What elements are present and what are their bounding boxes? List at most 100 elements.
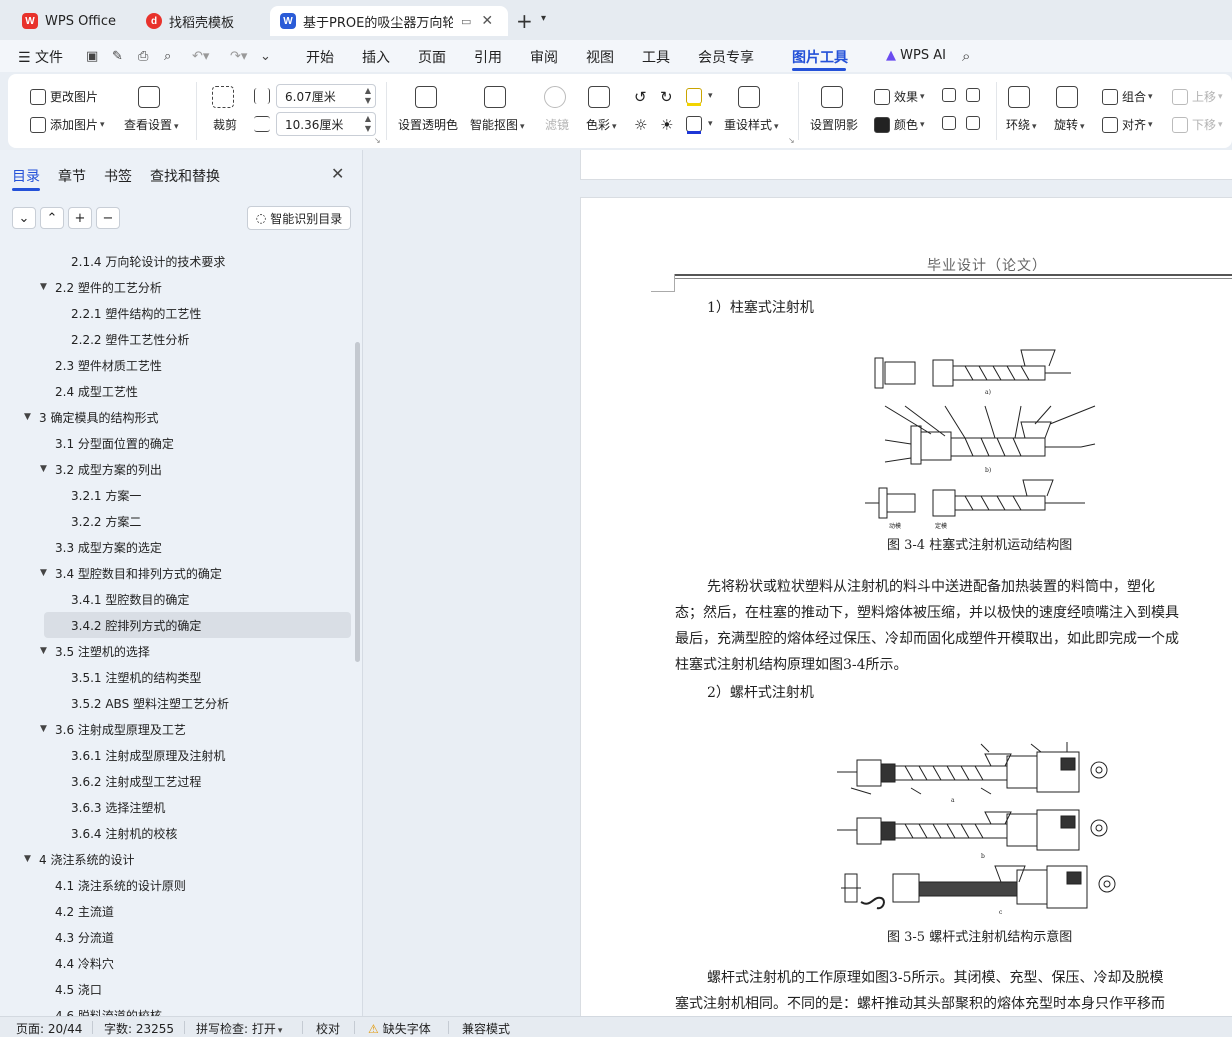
smart-toc-button[interactable]: ◌ 智能识别目录 — [247, 206, 351, 230]
toc-item[interactable]: 2.4 成型工艺性 — [0, 378, 352, 404]
tab-wps-office[interactable]: W WPS Office — [12, 6, 128, 36]
redo-icon[interactable]: ↷▾ — [230, 49, 247, 64]
shadow-up-icon[interactable] — [942, 88, 960, 102]
toc-item[interactable]: 4.4 冷料穴 — [0, 950, 352, 976]
figure-screw-injection[interactable]: a b c — [831, 738, 1131, 918]
word-count[interactable]: 字数: 23255 — [104, 1020, 174, 1037]
highlight-icon[interactable]: ▾ — [686, 88, 713, 106]
spell-check[interactable]: 拼写检查: 打开 ▾ — [196, 1020, 282, 1037]
toc-item[interactable]: 4.1 浇注系统的设计原则 — [0, 872, 352, 898]
toc-item[interactable]: 3.5.1 注塑机的结构类型 — [0, 664, 352, 690]
toc-item[interactable]: 3.5.2 ABS 塑料注塑工艺分析 — [0, 690, 352, 716]
height-input[interactable]: 10.36厘米 ▲ ▼ — [276, 112, 376, 136]
color-button[interactable]: 色彩 ▾ — [586, 86, 617, 133]
toc-scrollbar[interactable] — [355, 342, 360, 662]
remove-heading-button[interactable]: − — [96, 207, 120, 229]
toc-item[interactable]: 3.2.2 方案二 — [0, 508, 352, 534]
toc-item[interactable]: 3.6.4 注射机的校核 — [0, 820, 352, 846]
expand-arrow-icon[interactable]: ▼ — [24, 854, 31, 864]
toc-item[interactable]: 3.6.1 注射成型原理及注射机 — [0, 742, 352, 768]
move-down-button[interactable]: 下移 ▾ — [1172, 116, 1223, 133]
toc-item[interactable]: ▼ 3.2 成型方案的列出 — [0, 456, 352, 482]
menu-tools[interactable]: 工具 — [642, 47, 670, 67]
toc-item[interactable]: ▼ 3 确定模具的结构形式 — [0, 404, 352, 430]
tab-bookmarks[interactable]: 书签 — [104, 166, 132, 186]
menu-picture-tools[interactable]: 图片工具 — [792, 47, 848, 67]
toc-item[interactable]: ▼ 3.5 注塑机的选择 — [0, 638, 352, 664]
page-indicator[interactable]: 页面: 20/44 — [16, 1020, 82, 1037]
toc-item[interactable]: 4.6 脱料流道的校核 — [0, 1002, 352, 1017]
screen-icon[interactable]: ▭ — [461, 15, 471, 28]
rotate-button[interactable]: 旋转 ▾ — [1054, 86, 1085, 133]
collapse-down-button[interactable]: ⌄ — [12, 207, 36, 229]
effect-button[interactable]: 效果 ▾ — [874, 88, 925, 105]
menu-file[interactable]: ☰ 文件 — [18, 47, 63, 67]
reset-style-button[interactable]: 重设样式 ▾ — [724, 86, 779, 133]
menu-review[interactable]: 审阅 — [530, 47, 558, 67]
toc-item[interactable]: 3.6.3 选择注塑机 — [0, 794, 352, 820]
align-button[interactable]: 对齐 ▾ — [1102, 116, 1153, 133]
toc-item[interactable]: ▼ 3.4 型腔数目和排列方式的确定 — [0, 560, 352, 586]
more-chevron-icon[interactable]: ⌄ — [260, 49, 271, 64]
set-transparent-button[interactable]: 设置透明色 — [398, 86, 458, 133]
shadow-color-button[interactable]: 颜色 ▾ — [874, 116, 925, 133]
tab-find-replace[interactable]: 查找和替换 — [150, 166, 220, 186]
figure-plunger-injection[interactable]: a) b) 动模 定模 — [845, 344, 1105, 534]
filter-button[interactable]: 滤镜 — [544, 86, 570, 133]
add-heading-button[interactable]: + — [68, 207, 92, 229]
shadow-right-icon[interactable] — [966, 116, 984, 130]
search-icon[interactable]: ⌕ — [962, 47, 970, 65]
dialog-launcher-icon[interactable]: ↘ — [374, 136, 381, 145]
toc-item[interactable]: 2.1.4 万向轮设计的技术要求 — [0, 248, 352, 274]
menu-view[interactable]: 视图 — [586, 47, 614, 67]
menu-insert[interactable]: 插入 — [362, 47, 390, 67]
close-pane-icon[interactable]: ✕ — [331, 164, 344, 183]
view-settings-button[interactable]: 查看设置 ▾ — [124, 86, 179, 133]
undo-icon[interactable]: ↶▾ — [192, 49, 209, 64]
stepper-icon[interactable]: ▲ ▼ — [365, 86, 371, 106]
expand-arrow-icon[interactable]: ▼ — [40, 568, 47, 578]
compat-mode[interactable]: 兼容模式 — [462, 1020, 510, 1037]
expand-arrow-icon[interactable]: ▼ — [40, 646, 47, 656]
smart-cutout-button[interactable]: 智能抠图 ▾ — [470, 86, 525, 133]
print-icon[interactable]: ⎙ — [138, 49, 148, 64]
toc-item[interactable]: 4.2 主流道 — [0, 898, 352, 924]
shadow-left-icon[interactable] — [942, 116, 960, 130]
document-page[interactable]: 毕业设计（论文） 1）柱塞式注射机 a) b) 动模 定模 图 3-4 柱塞式注… — [580, 197, 1232, 1016]
set-shadow-button[interactable]: 设置阴影 — [810, 86, 858, 133]
expand-arrow-icon[interactable]: ▼ — [24, 412, 31, 422]
toc-item[interactable]: ▼ 4 浇注系统的设计 — [0, 846, 352, 872]
menu-reference[interactable]: 引用 — [474, 47, 502, 67]
change-picture-button[interactable]: 更改图片 — [30, 88, 98, 105]
width-input[interactable]: 6.07厘米 ▲ ▼ — [276, 84, 376, 108]
group-button[interactable]: 组合 ▾ — [1102, 88, 1153, 105]
tab-document[interactable]: W 基于PROE的吸尘器万向轮注射 ▭ ✕ — [270, 6, 508, 36]
add-picture-button[interactable]: 添加图片 ▾ — [30, 116, 105, 133]
wrap-button[interactable]: 环绕 ▾ — [1006, 86, 1037, 133]
missing-font[interactable]: ⚠ 缺失字体 — [368, 1020, 431, 1037]
toc-item[interactable]: 3.6.2 注射成型工艺过程 — [0, 768, 352, 794]
collapse-up-button[interactable]: ⌃ — [40, 207, 64, 229]
toc-item[interactable]: 3.4.2 腔排列方式的确定 — [44, 612, 351, 638]
tab-chapters[interactable]: 章节 — [58, 166, 86, 186]
print-preview-icon[interactable]: ⌕ — [164, 49, 171, 64]
toc-item[interactable]: 3.1 分型面位置的确定 — [0, 430, 352, 456]
proofread[interactable]: 校对 — [316, 1020, 340, 1037]
new-tab-icon[interactable]: + — [516, 9, 533, 33]
toc-item[interactable]: 3.3 成型方案的选定 — [0, 534, 352, 560]
tab-template[interactable]: d 找稻壳模板 — [136, 6, 264, 36]
menu-member[interactable]: 会员专享 — [698, 47, 754, 67]
chevron-down-icon[interactable]: ▾ — [541, 13, 546, 24]
move-up-button[interactable]: 上移 ▾ — [1172, 88, 1223, 105]
crop-button[interactable]: 裁剪 — [212, 86, 238, 133]
rotate-right-icon[interactable]: ↻ — [660, 88, 673, 106]
wps-ai-button[interactable]: ▲ WPS AI — [886, 48, 946, 63]
brightness-icon[interactable]: ☼ — [634, 116, 647, 134]
toc-item[interactable]: 4.3 分流道 — [0, 924, 352, 950]
expand-arrow-icon[interactable]: ▼ — [40, 464, 47, 474]
shadow-down-icon[interactable] — [966, 88, 984, 102]
toc-item[interactable]: 2.2.2 塑件工艺性分析 — [0, 326, 352, 352]
toc-item[interactable]: ▼ 2.2 塑件的工艺分析 — [0, 274, 352, 300]
close-tab-icon[interactable]: ✕ — [481, 13, 493, 29]
menu-start[interactable]: 开始 — [306, 47, 334, 67]
